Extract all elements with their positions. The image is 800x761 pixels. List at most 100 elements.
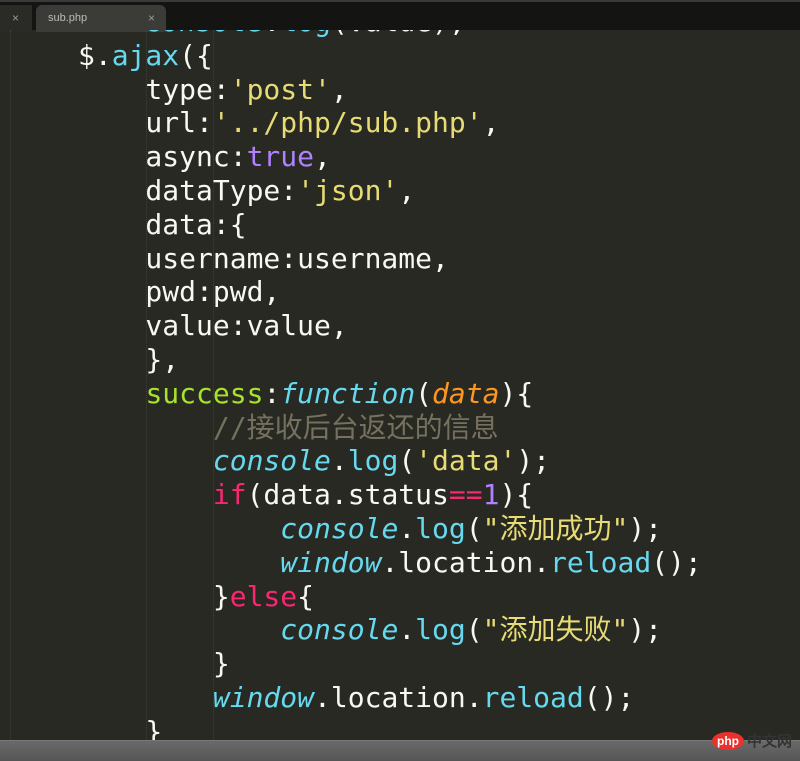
- code-token: ,: [330, 72, 348, 106]
- code-token: if: [212, 478, 247, 512]
- code-line: }: [78, 647, 230, 681]
- code-token: type:: [78, 72, 230, 106]
- code-line: username:username,: [78, 241, 449, 276]
- indent-guide: [10, 30, 11, 740]
- code-token: :: [263, 376, 281, 410]
- close-tab-icon[interactable]: ×: [148, 11, 155, 25]
- code-token: '../php/sub.php': [212, 106, 483, 140]
- code-token: log: [280, 30, 331, 38]
- code-token: ,: [482, 106, 500, 140]
- code-token: async:: [78, 140, 247, 174]
- code-token: },: [78, 343, 180, 376]
- code-token: (data.status: [246, 478, 449, 512]
- code-token: dataType:: [78, 174, 298, 207]
- code-token: console: [280, 613, 399, 647]
- code-token: .: [330, 444, 348, 478]
- code-line: }else{: [78, 580, 314, 614]
- code-token: window: [280, 545, 382, 579]
- code-token: );: [628, 512, 663, 545]
- watermark-logo: php: [711, 731, 744, 750]
- code-token: 1: [482, 478, 500, 512]
- code-token: (value);: [331, 30, 466, 38]
- code-token: reload: [550, 545, 652, 579]
- code-token: ){: [499, 478, 534, 512]
- code-token: log: [415, 512, 466, 545]
- code-token: ==: [448, 478, 483, 512]
- tab-sub-php[interactable]: sub.php ×: [36, 5, 166, 32]
- code-token: username:username,: [78, 241, 449, 275]
- code-line: url:'../php/sub.php',: [78, 106, 499, 140]
- code-token: value:value,: [78, 309, 348, 343]
- code-line: console.log("添加失败");: [78, 613, 662, 647]
- watermark: php 中文网: [711, 730, 792, 751]
- code-token: console: [280, 512, 399, 545]
- status-bar: [0, 740, 800, 761]
- code-line: }: [78, 715, 162, 740]
- tab-bar: × sub.php ×: [0, 0, 800, 32]
- code-token: }: [78, 579, 230, 613]
- code-token: console: [212, 444, 331, 478]
- code-line: console.log("添加成功");: [78, 512, 662, 546]
- tab-untitled[interactable]: ×: [0, 5, 32, 32]
- code-token: 'data': [415, 444, 517, 478]
- code-editor[interactable]: console.log(value);$.ajax({ type:'post',…: [0, 30, 800, 740]
- code-token: .location.: [314, 681, 483, 714]
- code-token: url:: [78, 106, 213, 140]
- code-token: //接收后台返还的信息: [212, 410, 499, 444]
- code-line: if(data.status==1){: [78, 478, 533, 512]
- code-line: },: [78, 343, 179, 377]
- code-token: ();: [651, 545, 702, 579]
- code-token: }: [78, 714, 163, 740]
- code-token: success: [145, 376, 264, 410]
- code-token: }: [78, 647, 230, 681]
- code-token: "添加失败": [482, 613, 629, 647]
- code-token: ,: [314, 140, 331, 174]
- code-token: );: [628, 613, 663, 647]
- code-token: function: [280, 376, 416, 410]
- code-token: true: [246, 140, 315, 174]
- code-line: value:value,: [78, 309, 348, 343]
- code-token: log: [347, 444, 399, 478]
- code-token: "添加成功": [482, 512, 629, 545]
- watermark-text: 中文网: [746, 733, 792, 750]
- code-token: );: [516, 444, 551, 478]
- code-token: .: [398, 613, 416, 647]
- code-token: .location.: [381, 545, 551, 579]
- code-line: type:'post',: [78, 72, 348, 107]
- code-token: (: [465, 512, 483, 545]
- code-token: ){: [499, 376, 534, 410]
- code-line: dataType:'json',: [78, 174, 415, 208]
- code-token: (: [465, 613, 483, 647]
- tab-label: sub.php: [48, 12, 88, 24]
- code-token: pwd:pwd,: [78, 275, 281, 309]
- code-token: else: [229, 579, 298, 613]
- code-token: data: [432, 376, 500, 410]
- code-token: console: [145, 30, 263, 38]
- code-line: $.ajax({: [78, 39, 213, 73]
- code-line: data:{: [78, 207, 247, 242]
- code-token: ({: [179, 38, 213, 72]
- code-token: ,: [398, 174, 416, 207]
- code-token: 'json': [297, 174, 399, 207]
- code-line: console.log(value);: [78, 30, 466, 39]
- code-line: success:function(data){: [78, 377, 533, 411]
- close-tab-icon[interactable]: ×: [12, 11, 19, 25]
- code-token: window: [212, 681, 315, 714]
- code-token: .: [398, 512, 416, 545]
- code-token: (: [398, 444, 416, 478]
- code-token: ajax: [111, 38, 180, 72]
- code-line: pwd:pwd,: [78, 275, 280, 309]
- code-token: (: [415, 376, 433, 410]
- code-token: data:{: [78, 207, 247, 241]
- code-line: window.location.reload();: [78, 681, 634, 715]
- code-line: async:true,: [78, 140, 331, 174]
- code-line: window.location.reload();: [78, 545, 702, 580]
- code-token: 'post': [229, 72, 331, 106]
